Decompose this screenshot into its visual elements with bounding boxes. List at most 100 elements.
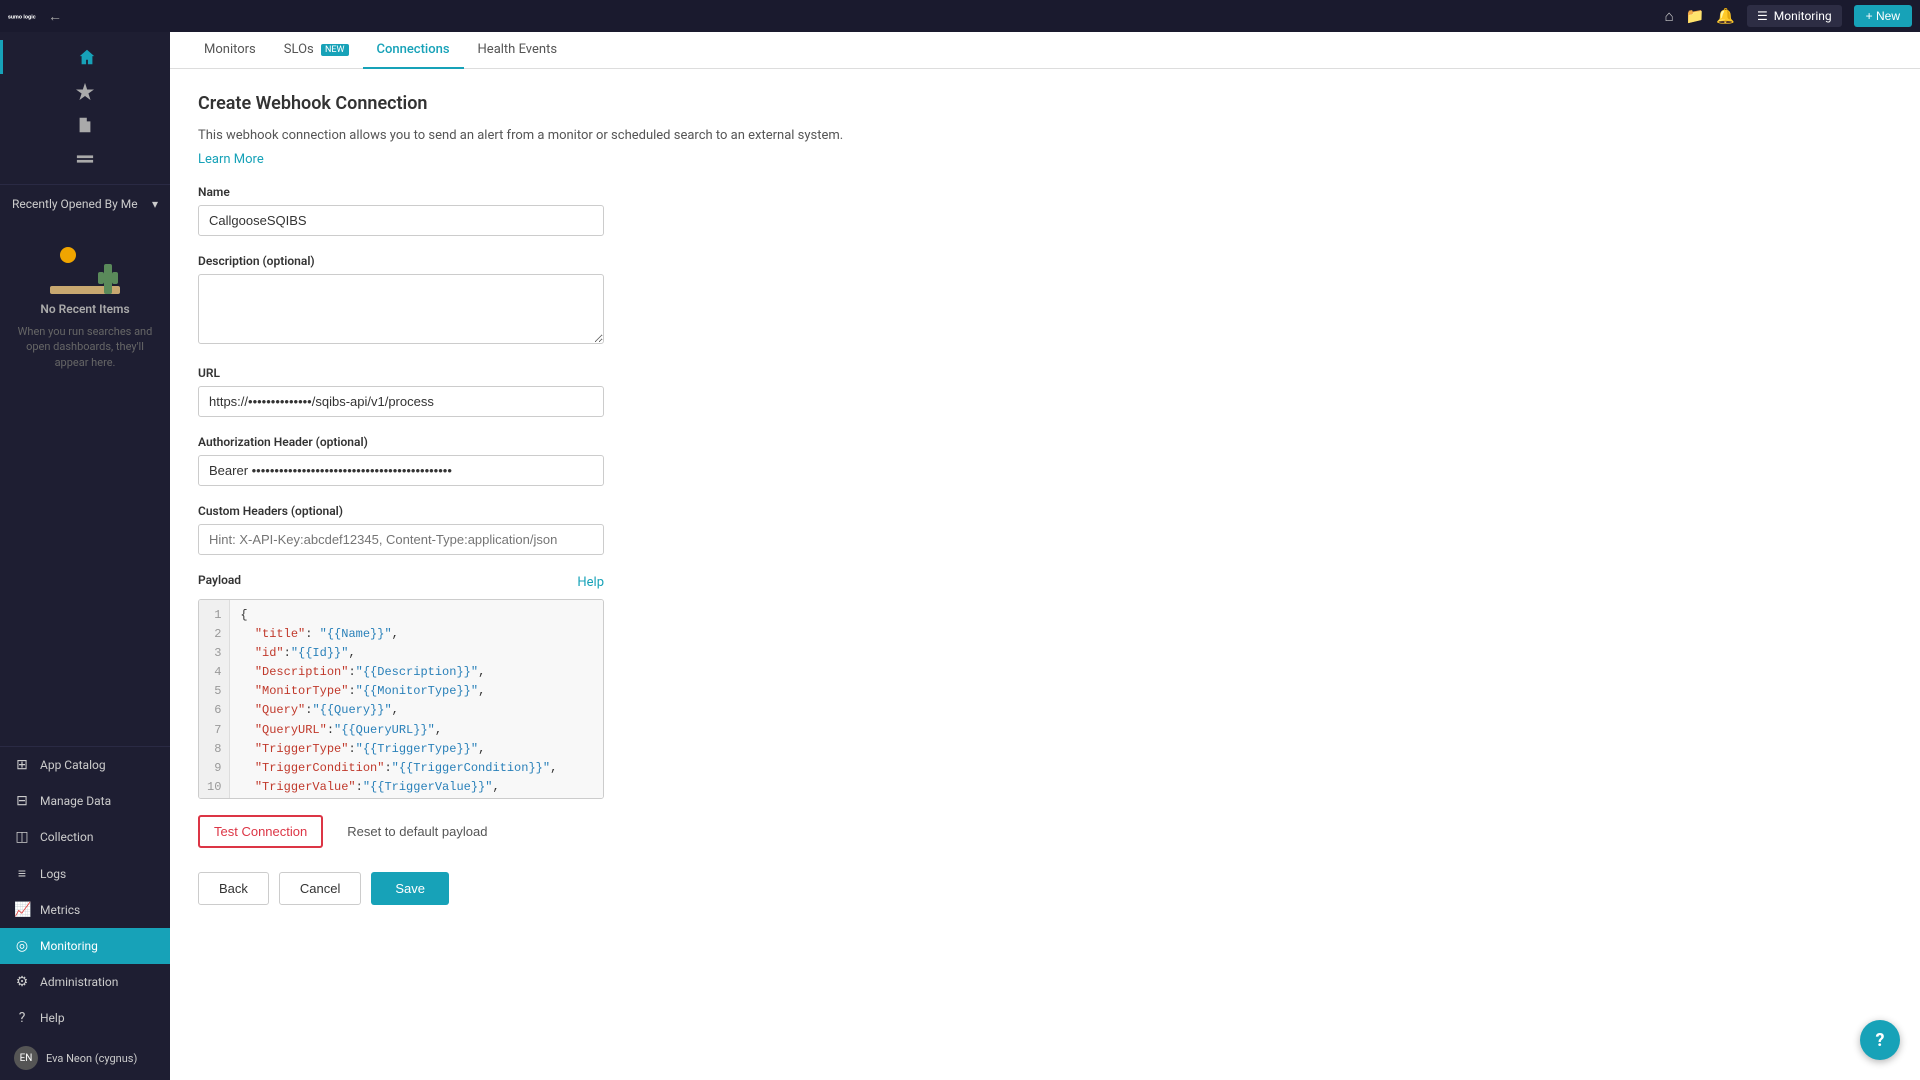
payload-header: Payload Help [198, 573, 604, 593]
line-num: 6 [207, 701, 221, 720]
docs-icon [76, 116, 94, 134]
sidebar-icon-star[interactable] [0, 74, 170, 108]
url-input[interactable] [198, 386, 604, 417]
sidebar-item-label: Manage Data [40, 794, 111, 808]
sidebar-item-metrics[interactable]: 📈 Metrics [0, 892, 170, 928]
help-bubble[interactable]: ? [1860, 1020, 1900, 1060]
chevron-down-icon: ▾ [152, 197, 158, 211]
url-section: URL [198, 366, 1892, 417]
name-label: Name [198, 185, 1892, 199]
cancel-button[interactable]: Cancel [279, 872, 361, 905]
name-input[interactable] [198, 205, 604, 236]
description-section: Description (optional) [198, 254, 1892, 348]
sidebar-item-administration[interactable]: ⚙ Administration [0, 964, 170, 1000]
sidebar-item-app-catalog[interactable]: ⊞ App Catalog [0, 747, 170, 783]
breadcrumb-tab[interactable]: ☰ Monitoring [1747, 5, 1842, 27]
save-button[interactable]: Save [371, 872, 449, 905]
sidebar-item-label: Monitoring [40, 939, 98, 953]
line-num: 3 [207, 644, 221, 663]
collection-icon: ◫ [14, 829, 30, 845]
recently-opened-header[interactable]: Recently Opened By Me ▾ [0, 189, 170, 219]
payload-label: Payload [198, 573, 241, 587]
tab-connections-label: Connections [377, 42, 450, 57]
sidebar-item-label: Administration [40, 975, 118, 989]
tab-slos-label: SLOs [284, 42, 314, 57]
sidebar-icon-share[interactable] [0, 142, 170, 176]
sidebar-item-monitoring[interactable]: ◎ Monitoring [0, 928, 170, 964]
payload-editor[interactable]: 1 2 3 4 5 6 7 8 9 10 11 12 13 { " [198, 599, 604, 799]
grid-icon: ⊞ [14, 757, 30, 773]
avatar: EN [14, 1046, 38, 1070]
logo: sumo logic [8, 6, 36, 26]
logo-icon: sumo logic [8, 6, 36, 26]
sidebar-item-label: App Catalog [40, 758, 106, 772]
cactus-icon [104, 264, 112, 294]
slos-badge: NEW [321, 44, 349, 56]
no-recent-title: No Recent Items [40, 302, 129, 316]
line-num: 7 [207, 721, 221, 740]
payload-section: Payload Help 1 2 3 4 5 6 7 8 9 10 [198, 573, 1892, 799]
admin-icon: ⚙ [14, 974, 30, 990]
auth-section: Authorization Header (optional) [198, 435, 1892, 486]
sidebar-item-logs[interactable]: ≡ Logs [0, 855, 170, 892]
sidebar: Recently Opened By Me ▾ No Recent Items … [0, 32, 170, 1080]
sidebar-icon-home[interactable] [0, 40, 170, 74]
no-recent-section: No Recent Items When you run searches an… [0, 219, 170, 390]
no-recent-desc: When you run searches and open dashboard… [12, 324, 158, 370]
line-numbers: 1 2 3 4 5 6 7 8 9 10 11 12 13 [199, 600, 230, 798]
home-icon [78, 48, 96, 66]
tab-monitors[interactable]: Monitors [190, 32, 270, 69]
test-connection-button[interactable]: Test Connection [198, 815, 323, 848]
tab-health-events[interactable]: Health Events [464, 32, 572, 69]
form-content: Create Webhook Connection This webhook c… [170, 69, 1920, 1080]
star-icon [76, 82, 94, 100]
name-section: Name [198, 185, 1892, 236]
description-label: Description (optional) [198, 254, 1892, 268]
content-area: Monitors SLOs NEW Connections Health Eve… [170, 32, 1920, 1080]
main-layout: Recently Opened By Me ▾ No Recent Items … [0, 32, 1920, 1080]
reset-payload-button[interactable]: Reset to default payload [333, 817, 501, 846]
sun-icon [60, 247, 76, 263]
line-num: 8 [207, 740, 221, 759]
metrics-icon: 📈 [14, 902, 30, 918]
topbar-icons: ⌂ 📁 🔔 ☰ Monitoring + New [1665, 5, 1912, 27]
learn-more-link[interactable]: Learn More [198, 152, 264, 167]
back-button[interactable]: ← [48, 8, 62, 25]
topbar: sumo logic ← ⌂ 📁 🔔 ☰ Monitoring + New [0, 0, 1920, 32]
sidebar-item-help[interactable]: ? Help [0, 1000, 170, 1036]
custom-headers-section: Custom Headers (optional) [198, 504, 1892, 555]
form-title: Create Webhook Connection [198, 93, 1892, 114]
manage-icon: ⊟ [14, 793, 30, 809]
home-icon[interactable]: ⌂ [1665, 7, 1674, 25]
line-num: 4 [207, 663, 221, 682]
bottom-actions: Back Cancel Save [198, 872, 1892, 905]
description-input[interactable] [198, 274, 604, 344]
auth-label: Authorization Header (optional) [198, 435, 1892, 449]
custom-headers-input[interactable] [198, 524, 604, 555]
breadcrumb-icon: ☰ [1757, 9, 1768, 23]
new-button[interactable]: + New [1854, 5, 1912, 27]
user-label: Eva Neon (cygnus) [46, 1052, 137, 1065]
monitoring-icon: ◎ [14, 938, 30, 954]
sidebar-user[interactable]: EN Eva Neon (cygnus) [0, 1036, 170, 1080]
back-button[interactable]: Back [198, 872, 269, 905]
svg-text:sumo logic: sumo logic [8, 14, 36, 20]
tab-health-events-label: Health Events [478, 42, 558, 57]
folder-icon[interactable]: 📁 [1686, 7, 1705, 25]
sidebar-item-collection[interactable]: ◫ Collection [0, 819, 170, 855]
sidebar-item-manage-data[interactable]: ⊟ Manage Data [0, 783, 170, 819]
share-icon [76, 150, 94, 168]
line-num: 1 [207, 606, 221, 625]
sidebar-icon-docs[interactable] [0, 108, 170, 142]
logs-icon: ≡ [14, 865, 30, 882]
tab-slos[interactable]: SLOs NEW [270, 32, 363, 69]
bell-icon[interactable]: 🔔 [1716, 7, 1735, 25]
sidebar-nav: ⊞ App Catalog ⊟ Manage Data ◫ Collection… [0, 746, 170, 1080]
custom-headers-label: Custom Headers (optional) [198, 504, 1892, 518]
line-num: 10 [207, 778, 221, 797]
tab-connections[interactable]: Connections [363, 32, 464, 69]
auth-input[interactable] [198, 455, 604, 486]
payload-help-link[interactable]: Help [577, 575, 604, 590]
desert-illustration [50, 239, 120, 294]
sidebar-item-label: Metrics [40, 903, 80, 917]
